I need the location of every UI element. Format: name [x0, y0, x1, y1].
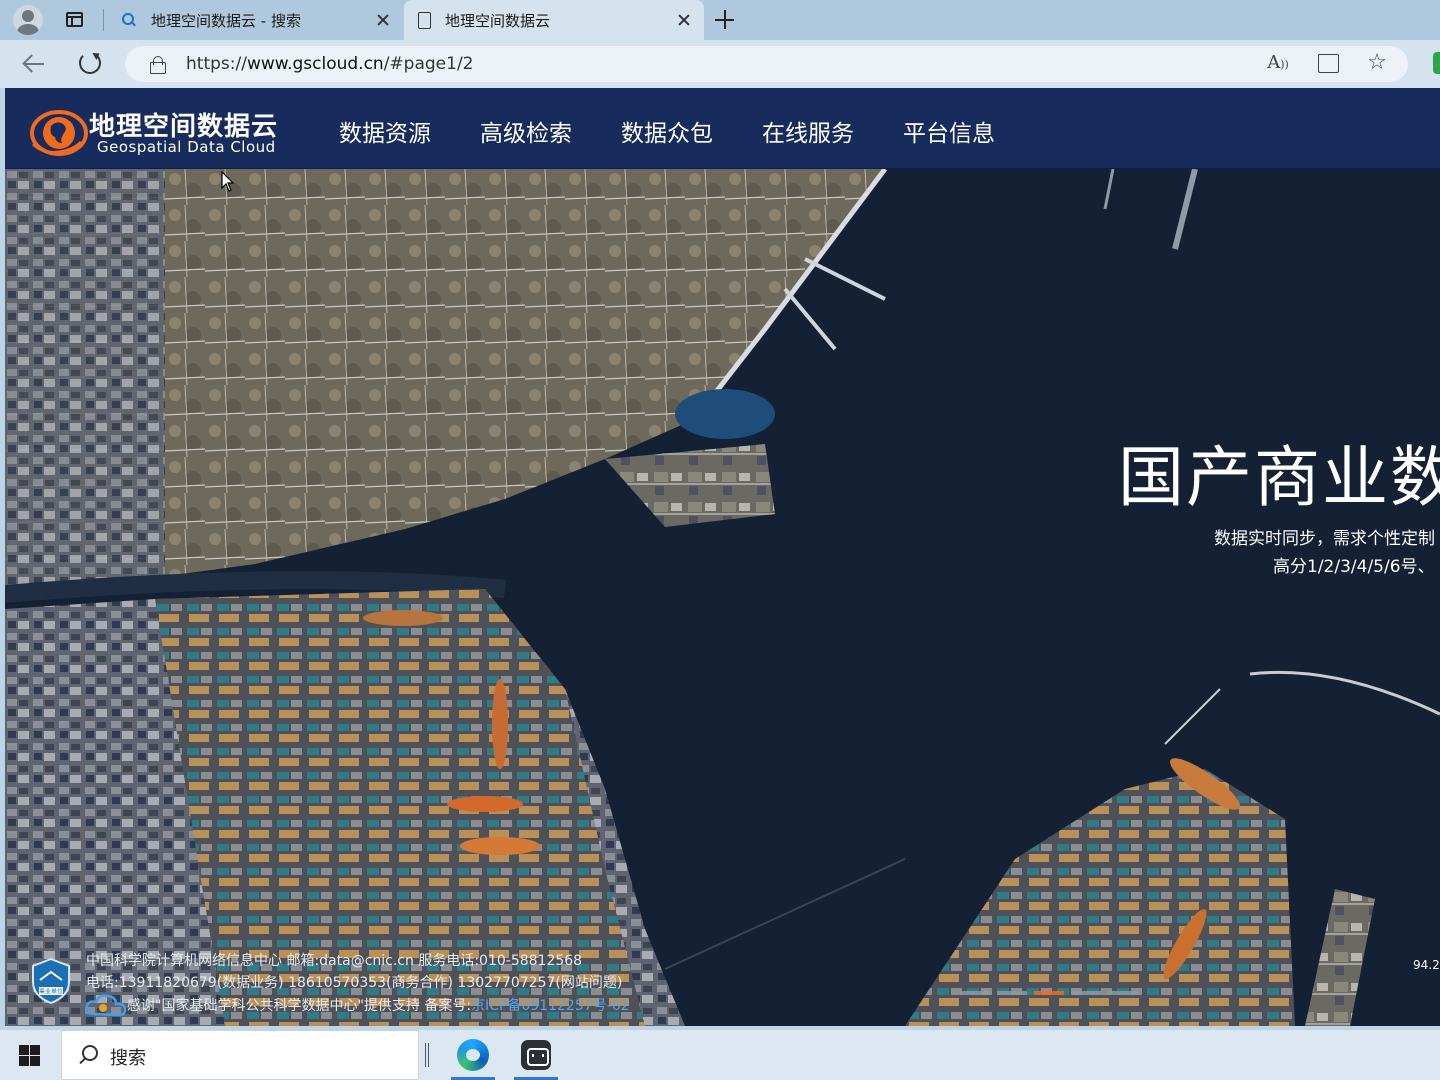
- satellite-image: [5, 169, 1440, 1026]
- windows-taskbar: 搜索: [0, 1030, 1440, 1080]
- edge-browser-icon: [457, 1039, 489, 1071]
- immersive-reader-icon[interactable]: [1316, 52, 1340, 74]
- menu-item-online-services[interactable]: 在线服务: [762, 114, 854, 148]
- taskbar-bot-app-button[interactable]: [510, 1030, 562, 1080]
- tab-separator: [103, 9, 104, 31]
- lock-icon[interactable]: [150, 56, 166, 74]
- browser-toolbar: https://www.gscloud.cn/#page1/2 A)) ☆: [0, 40, 1440, 88]
- page-icon: [418, 11, 431, 29]
- web-page-viewport: 地理空间数据云 Geospatial Data Cloud 数据资源 高级检索 …: [5, 88, 1440, 1026]
- footer-info: 事业单位 中国科学院计算机网络信息中心 邮箱:data@cnic.cn 服务电话…: [5, 938, 705, 1026]
- site-logo[interactable]: 地理空间数据云 Geospatial Data Cloud: [27, 104, 287, 156]
- carousel-indicators: [960, 991, 1145, 995]
- site-header: 地理空间数据云 Geospatial Data Cloud 数据资源 高级检索 …: [5, 88, 1440, 169]
- carousel-dot[interactable]: [960, 991, 990, 995]
- tab-actions-icon[interactable]: [60, 8, 88, 32]
- new-tab-icon[interactable]: [712, 8, 738, 32]
- logo-subtitle: Geospatial Data Cloud: [97, 138, 276, 156]
- url-text[interactable]: https://www.gscloud.cn/#page1/2: [186, 54, 474, 74]
- reload-icon[interactable]: [79, 52, 101, 74]
- mouse-cursor-icon: [221, 171, 235, 192]
- menu-item-crowdsourcing[interactable]: 数据众包: [621, 114, 713, 148]
- close-tab-icon[interactable]: [674, 10, 694, 30]
- cloud-logo-icon: [85, 994, 127, 1017]
- tab-label: 地理空间数据云: [445, 11, 551, 30]
- read-aloud-icon[interactable]: A)): [1266, 52, 1290, 74]
- tab-gscloud[interactable]: 地理空间数据云: [404, 0, 704, 40]
- carousel-dot[interactable]: [997, 991, 1027, 995]
- footer-line-phones: 电话:13911820679(数据业务) 18610570353(商务合作) 1…: [86, 975, 623, 991]
- url-prefix: https://: [186, 54, 247, 74]
- browser-tab-strip: 地理空间数据云 - 搜索 地理空间数据云: [0, 0, 1440, 40]
- taskbar-edge-button[interactable]: [447, 1030, 499, 1080]
- menu-item-advanced-search[interactable]: 高级检索: [480, 114, 572, 148]
- menu-item-data-resources[interactable]: 数据资源: [339, 114, 431, 148]
- taskbar-search-placeholder: 搜索: [110, 1048, 146, 1069]
- search-icon: [78, 1045, 98, 1065]
- hero-subtitle: 数据实时同步，需求个性定制: [1214, 529, 1435, 549]
- footer-line-contact: 中国科学院计算机网络信息中心 邮箱:data@cnic.cn 服务电话:010-…: [86, 953, 583, 969]
- back-arrow-icon[interactable]: [20, 52, 48, 76]
- sidebar-toggle-icon[interactable]: [1433, 52, 1440, 74]
- taskbar-divider: [425, 1043, 429, 1067]
- favorite-star-icon[interactable]: ☆: [1365, 52, 1389, 74]
- badge-text: 事业单位: [39, 988, 63, 996]
- tab-search[interactable]: 地理空间数据云 - 搜索: [107, 0, 403, 40]
- tab-label: 地理空间数据云 - 搜索: [151, 11, 301, 30]
- carousel-dot[interactable]: [1108, 991, 1138, 995]
- menu-item-platform-info[interactable]: 平台信息: [903, 114, 995, 148]
- hero-subtitle-2: 高分1/2/3/4/5/6号、: [1273, 557, 1435, 577]
- profile-avatar-icon[interactable]: [13, 5, 43, 35]
- carousel-dot[interactable]: [1034, 991, 1064, 995]
- url-path: /#page1/2: [383, 54, 474, 74]
- carousel-dot[interactable]: [1071, 991, 1101, 995]
- corner-number: 94.2: [1413, 958, 1440, 972]
- url-domain: www.gscloud.cn: [246, 54, 384, 74]
- hero-title: 国产商业数据: [1118, 439, 1440, 516]
- close-tab-icon[interactable]: [373, 10, 393, 30]
- globe-logo-icon: [30, 110, 88, 156]
- bot-app-icon: [521, 1040, 551, 1070]
- windows-start-icon[interactable]: [19, 1045, 40, 1066]
- icp-record-link[interactable]: 京ICP备09112257号-62: [471, 998, 629, 1014]
- search-icon: [121, 12, 137, 28]
- footer-line-thanks: 感谢"国家基础学科公共科学数据中心"提供支持 备案号:京ICP备09112257…: [127, 995, 630, 1015]
- hero-banner: 国产商业数据 数据实时同步，需求个性定制 高分1/2/3/4/5/6号、: [5, 169, 1440, 1026]
- taskbar-search-box[interactable]: 搜索: [61, 1030, 419, 1080]
- public-institution-badge-icon[interactable]: 事业单位: [31, 958, 71, 1004]
- footer-thanks-text: 感谢"国家基础学科公共科学数据中心"提供支持 备案号:: [127, 998, 472, 1014]
- address-bar[interactable]: https://www.gscloud.cn/#page1/2: [125, 46, 1408, 82]
- main-menu: 数据资源 高级检索 数据众包 在线服务 平台信息: [339, 114, 1044, 148]
